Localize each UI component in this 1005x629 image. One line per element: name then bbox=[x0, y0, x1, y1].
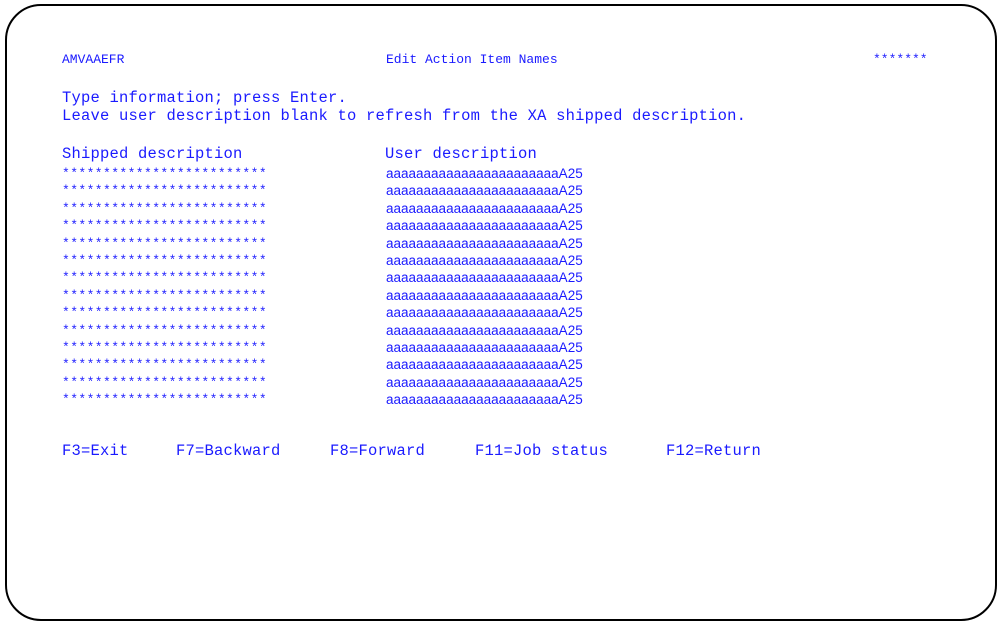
f12-return-key[interactable]: F12=Return bbox=[666, 442, 761, 460]
program-id: AMVAAEFR bbox=[62, 52, 125, 67]
shipped-description-value: ************************* bbox=[62, 201, 268, 216]
f11-job-status-key[interactable]: F11=Job status bbox=[475, 442, 608, 460]
shipped-description-value: ************************* bbox=[62, 323, 268, 338]
user-description-field[interactable]: aaaaaaaaaaaaaaaaaaaaaaaA25 bbox=[386, 200, 583, 218]
f3-exit-key[interactable]: F3=Exit bbox=[62, 442, 129, 460]
user-description-field[interactable]: aaaaaaaaaaaaaaaaaaaaaaaA25 bbox=[386, 391, 583, 409]
shipped-description-value: ************************* bbox=[62, 340, 268, 355]
instruction-line-1: Type information; press Enter. bbox=[62, 89, 348, 107]
column-header-shipped: Shipped description bbox=[62, 145, 243, 163]
shipped-description-value: ************************* bbox=[62, 236, 268, 251]
f8-forward-key[interactable]: F8=Forward bbox=[330, 442, 425, 460]
user-description-field[interactable]: aaaaaaaaaaaaaaaaaaaaaaaA25 bbox=[386, 217, 583, 235]
user-description-field[interactable]: aaaaaaaaaaaaaaaaaaaaaaaA25 bbox=[386, 356, 583, 374]
shipped-description-value: ************************* bbox=[62, 392, 268, 407]
user-description-field[interactable]: aaaaaaaaaaaaaaaaaaaaaaaA25 bbox=[386, 304, 583, 322]
user-description-field[interactable]: aaaaaaaaaaaaaaaaaaaaaaaA25 bbox=[386, 322, 583, 340]
shipped-description-value: ************************* bbox=[62, 166, 268, 181]
shipped-description-value: ************************* bbox=[62, 375, 268, 390]
user-description-field[interactable]: aaaaaaaaaaaaaaaaaaaaaaaA25 bbox=[386, 235, 583, 253]
shipped-description-value: ************************* bbox=[62, 357, 268, 372]
user-description-field[interactable]: aaaaaaaaaaaaaaaaaaaaaaaA25 bbox=[386, 182, 583, 200]
shipped-description-value: ************************* bbox=[62, 270, 268, 285]
user-description-field[interactable]: aaaaaaaaaaaaaaaaaaaaaaaA25 bbox=[386, 287, 583, 305]
f7-backward-key[interactable]: F7=Backward bbox=[176, 442, 281, 460]
shipped-description-value: ************************* bbox=[62, 218, 268, 233]
shipped-description-value: ************************* bbox=[62, 305, 268, 320]
system-mask: ******* bbox=[873, 52, 928, 67]
column-header-user: User description bbox=[385, 145, 538, 163]
instruction-line-2: Leave user description blank to refresh … bbox=[62, 107, 747, 125]
shipped-description-value: ************************* bbox=[62, 183, 268, 198]
shipped-description-value: ************************* bbox=[62, 253, 268, 268]
user-description-field[interactable]: aaaaaaaaaaaaaaaaaaaaaaaA25 bbox=[386, 374, 583, 392]
user-description-field[interactable]: aaaaaaaaaaaaaaaaaaaaaaaA25 bbox=[386, 252, 583, 270]
user-description-field[interactable]: aaaaaaaaaaaaaaaaaaaaaaaA25 bbox=[386, 269, 583, 287]
screen-title: Edit Action Item Names bbox=[386, 52, 558, 67]
user-description-field[interactable]: aaaaaaaaaaaaaaaaaaaaaaaA25 bbox=[386, 165, 583, 183]
user-description-field[interactable]: aaaaaaaaaaaaaaaaaaaaaaaA25 bbox=[386, 339, 583, 357]
shipped-description-value: ************************* bbox=[62, 288, 268, 303]
